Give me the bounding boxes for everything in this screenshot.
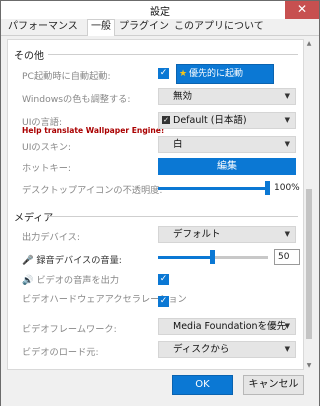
windows-colors-dropdown[interactable]: 無効 ▼: [158, 88, 296, 105]
chevron-down-icon: ▼: [284, 322, 290, 330]
check-icon: ✓: [159, 296, 168, 306]
load-source-dropdown[interactable]: ディスクから ▼: [158, 341, 296, 358]
rec-volume-label-row: 🎤 録音デバイスの音量:: [22, 252, 122, 266]
window-title: 設定: [150, 7, 170, 18]
cancel-button[interactable]: キャンセル: [243, 375, 304, 395]
framework-label: ビデオフレームワーク:: [22, 324, 117, 335]
framework-value: Media Foundationを優先: [173, 321, 287, 332]
video-audio-checkbox[interactable]: ✓: [158, 274, 169, 285]
windows-colors-value: 無効: [173, 91, 193, 102]
icon-opacity-value: 100%: [274, 183, 300, 193]
tab-about[interactable]: このアプリについて: [171, 20, 267, 35]
tab-plugins[interactable]: プラグイン: [116, 20, 172, 35]
scrollbar-thumb[interactable]: [306, 189, 312, 339]
settings-window: 設定 ✕ パフォーマンス 一般 プラグイン このアプリについて その他 PC起動…: [0, 0, 320, 406]
scroll-down-icon[interactable]: ▼: [304, 361, 314, 370]
autostart-checkbox[interactable]: ✓: [158, 68, 169, 79]
chevron-down-icon: ▼: [284, 345, 290, 353]
speaker-icon: 🔊: [22, 275, 34, 286]
section-divider: [48, 216, 298, 217]
output-device-value: デフォルト: [173, 229, 221, 240]
close-button[interactable]: ✕: [285, 1, 319, 19]
scrollbar[interactable]: ▲ ▼: [304, 39, 314, 370]
title-bar: 設定 ✕: [1, 1, 319, 19]
section-title-other: その他: [14, 51, 44, 62]
ui-skin-dropdown[interactable]: 白 ▼: [158, 136, 296, 153]
ui-language-dropdown[interactable]: ✓ Default (日本語) ▼: [158, 112, 296, 129]
flag-icon: ✓: [162, 116, 170, 124]
hotkey-label: ホットキー:: [22, 163, 72, 174]
ui-skin-value: 白: [173, 139, 183, 150]
check-icon: ✓: [159, 68, 168, 78]
tab-performance[interactable]: パフォーマンス: [5, 20, 81, 35]
output-device-label: 出力デバイス:: [22, 232, 80, 243]
tab-bar: パフォーマンス 一般 プラグイン このアプリについて: [1, 19, 319, 36]
scroll-up-icon[interactable]: ▲: [304, 39, 314, 48]
video-audio-label: ビデオの音声を出力: [36, 275, 120, 286]
rec-volume-input[interactable]: 50: [274, 249, 300, 265]
rec-volume-thumb[interactable]: [210, 250, 215, 264]
hw-accel-checkbox[interactable]: ✓: [158, 296, 169, 307]
windows-colors-label: Windowsの色も調整する:: [22, 94, 131, 105]
framework-dropdown[interactable]: Media Foundationを優先 ▼: [158, 318, 296, 335]
output-device-dropdown[interactable]: デフォルト ▼: [158, 226, 296, 243]
section-divider: [48, 54, 298, 55]
load-source-value: ディスクから: [173, 344, 230, 355]
help-translate-link[interactable]: Help translate Wallpaper Engine!: [22, 126, 164, 135]
settings-panel: その他 PC起動時に自動起動: ✓ ★ 優先的に起動 Windowsの色も調整す…: [7, 39, 304, 370]
check-icon: ✓: [159, 274, 168, 284]
close-icon: ✕: [296, 2, 308, 16]
chevron-down-icon: ▼: [284, 140, 290, 148]
rec-volume-label: 録音デバイスの音量:: [36, 255, 122, 266]
video-audio-label-row: 🔊 ビデオの音声を出力: [22, 272, 119, 286]
icon-opacity-fill: [158, 187, 268, 190]
ui-skin-label: UIのスキン:: [22, 142, 72, 153]
priority-start-button[interactable]: ★ 優先的に起動: [176, 64, 274, 84]
rec-volume-fill: [158, 256, 213, 259]
hotkey-edit-button[interactable]: 編集: [158, 158, 296, 175]
microphone-icon: 🎤: [22, 255, 34, 266]
chevron-down-icon: ▼: [284, 230, 290, 238]
dialog-footer: OK キャンセル: [1, 370, 319, 406]
autostart-label: PC起動時に自動起動:: [22, 71, 111, 82]
icon-opacity-thumb[interactable]: [265, 181, 270, 195]
star-icon: ★: [179, 69, 188, 79]
icon-opacity-label: デスクトップアイコンの不透明度:: [22, 185, 163, 196]
ui-language-value: Default (日本語): [173, 115, 247, 126]
chevron-down-icon: ▼: [284, 116, 290, 124]
load-source-label: ビデオのロード元:: [22, 347, 99, 358]
ok-button[interactable]: OK: [172, 375, 233, 395]
priority-start-label: 優先的に起動: [189, 69, 244, 79]
chevron-down-icon: ▼: [284, 92, 290, 100]
tab-general[interactable]: 一般: [87, 19, 115, 36]
